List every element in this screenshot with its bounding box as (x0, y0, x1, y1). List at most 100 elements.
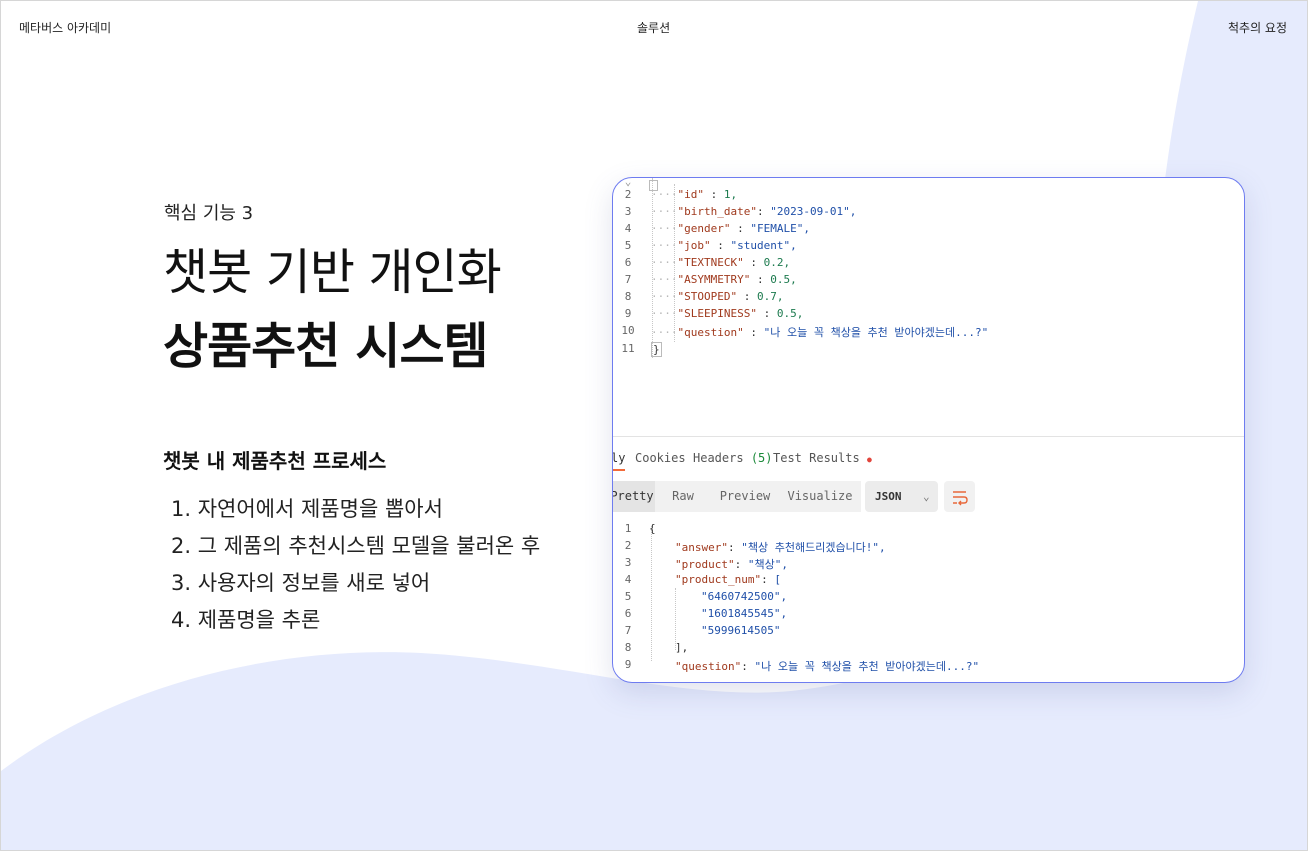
json-token: { (649, 522, 656, 535)
response-line: ], (675, 641, 688, 654)
json-value: [ (774, 573, 781, 586)
json-value: 1, (723, 188, 738, 201)
json-token: ], (675, 641, 689, 654)
response-line: "6460742500", (701, 590, 787, 603)
line-number: 3 (624, 205, 632, 218)
line-number: 8 (624, 290, 632, 303)
view-mode-pretty[interactable]: Pretty (613, 481, 655, 512)
api-screenshot: ⌄ 2 ····"id" : 1, 3 ····"birth_date": "2023… (612, 177, 1245, 683)
json-key: "STOOPED" (677, 290, 738, 303)
indent-dots: ···· (651, 326, 678, 339)
json-separator: : (704, 188, 724, 201)
json-value: "나 오늘 꼭 책상을 추천 받아야겠는데...?" (754, 660, 980, 673)
json-separator: : (750, 273, 771, 286)
wrap-lines-icon (953, 491, 968, 506)
line-number: 4 (624, 222, 632, 235)
indent-dots: ···· (651, 256, 678, 269)
indent-dots: ···· (651, 222, 678, 235)
json-key: "birth_date" (677, 205, 757, 218)
wrap-lines-button[interactable] (944, 481, 975, 512)
json-token: "1601845545", (701, 607, 788, 620)
json-key: "TEXTNECK" (677, 256, 744, 269)
view-mode-visualize[interactable]: Visualize (779, 481, 861, 512)
json-token: "6460742500", (701, 590, 788, 603)
indent-dots: ···· (651, 188, 678, 201)
request-line: ····"ASYMMETRY" : 0.5, (651, 273, 797, 286)
tab-cookies[interactable]: Cookies (635, 451, 686, 465)
json-value: 0.2, (763, 256, 791, 269)
view-mode-raw[interactable]: Raw (655, 481, 711, 512)
page: 메타버스 아카데미 솔루션 척추의 요정 핵심 기능 3 챗봇 기반 개인화 상… (0, 0, 1308, 851)
response-line: "1601845545", (701, 607, 787, 620)
feature-eyebrow: 핵심 기능 3 (164, 203, 254, 224)
line-number: 6 (624, 256, 632, 269)
format-select[interactable]: JSON ⌄ (865, 481, 938, 512)
request-close-brace: } (651, 342, 662, 357)
request-line: ····"TEXTNECK" : 0.2, (651, 256, 790, 269)
request-line: ····"question" : "나 오늘 꼭 책상을 추천 받아야겠는데..… (651, 324, 988, 340)
json-key: "product_num" (675, 573, 762, 586)
json-separator: : (734, 558, 748, 571)
process-steps: 1. 자연어에서 제품명을 뽑아서 2. 그 제품의 추천시스템 모델을 불러온… (171, 491, 540, 639)
json-value: "FEMALE", (750, 222, 810, 235)
response-line: "product_num": [ (675, 573, 781, 586)
indent-dots: ···· (651, 239, 678, 252)
line-number: 11 (621, 342, 635, 355)
line-number: 1 (624, 522, 632, 535)
json-value: 0.5, (770, 273, 797, 286)
line-number: 10 (621, 324, 635, 337)
nav-team[interactable]: 척추의 요정 (1228, 19, 1287, 36)
json-key: "job" (677, 239, 711, 252)
json-value: 0.7, (756, 290, 784, 303)
process-step: 1. 자연어에서 제품명을 뽑아서 (171, 497, 443, 521)
json-key: "question" (677, 326, 744, 339)
json-separator: : (743, 256, 764, 269)
json-separator: : (710, 239, 731, 252)
json-key: "ASYMMETRY" (677, 273, 751, 286)
json-value: "student", (730, 239, 797, 252)
json-separator: : (756, 307, 777, 320)
line-number: 9 (624, 658, 632, 671)
request-line: ····"STOOPED" : 0.7, (651, 290, 783, 303)
view-mode-preview[interactable]: Preview (711, 481, 779, 512)
format-label: JSON (875, 490, 902, 503)
json-value: "책상", (747, 558, 788, 571)
brand-logo-text[interactable]: 메타버스 아카데미 (19, 19, 111, 36)
pane-divider[interactable] (613, 436, 1244, 437)
tab-test-results-label: Test Results (773, 451, 860, 465)
json-key: "SLEEPINESS" (677, 307, 757, 320)
indent-dots: ···· (651, 290, 678, 303)
request-line: ····"id" : 1, (651, 188, 737, 201)
hero-title-line1: 챗봇 기반 개인화 (163, 244, 502, 301)
nav-solution[interactable]: 솔루션 (637, 19, 670, 36)
request-line: ····"birth_date": "2023-09-01", (651, 205, 856, 218)
headers-count: (5) (750, 451, 773, 465)
process-step: 3. 사용자의 정보를 새로 넣어 (171, 571, 431, 595)
tab-body[interactable]: ly (613, 451, 626, 471)
request-line: ····"gender" : "FEMALE", (651, 222, 810, 235)
process-step: 2. 그 제품의 추천시스템 모델을 불러온 후 (171, 534, 541, 558)
response-line: "product": "책상", (675, 556, 788, 572)
response-line: "question": "나 오늘 꼭 책상을 추천 받아야겠는데...?" (675, 658, 979, 674)
tab-headers[interactable]: Headers (5) (693, 451, 773, 465)
line-number: 9 (624, 307, 632, 320)
indent-dots: ···· (651, 273, 678, 286)
json-value: "2023-09-01", (770, 205, 857, 218)
process-step: 4. 제품명을 추론 (171, 608, 321, 632)
line-number: 7 (624, 273, 632, 286)
tab-test-results[interactable]: Test Results ● (773, 451, 872, 465)
json-value: 0.5, (776, 307, 804, 320)
line-number: 5 (624, 239, 632, 252)
request-line: ····"SLEEPINESS" : 0.5, (651, 307, 803, 320)
response-line: "answer": "책상 추천해드리겠습니다!", (675, 539, 886, 555)
json-key: "id" (677, 188, 705, 201)
json-separator: : (727, 541, 742, 554)
line-number: 5 (624, 590, 632, 603)
line-number: 2 (624, 539, 632, 552)
chevron-down-icon: ⌄ (923, 490, 930, 503)
line-number: 4 (624, 573, 632, 586)
status-dot: ● (866, 455, 872, 464)
json-key: "gender" (677, 222, 731, 235)
indent-dots: ···· (651, 205, 678, 218)
json-separator: : (743, 326, 764, 339)
